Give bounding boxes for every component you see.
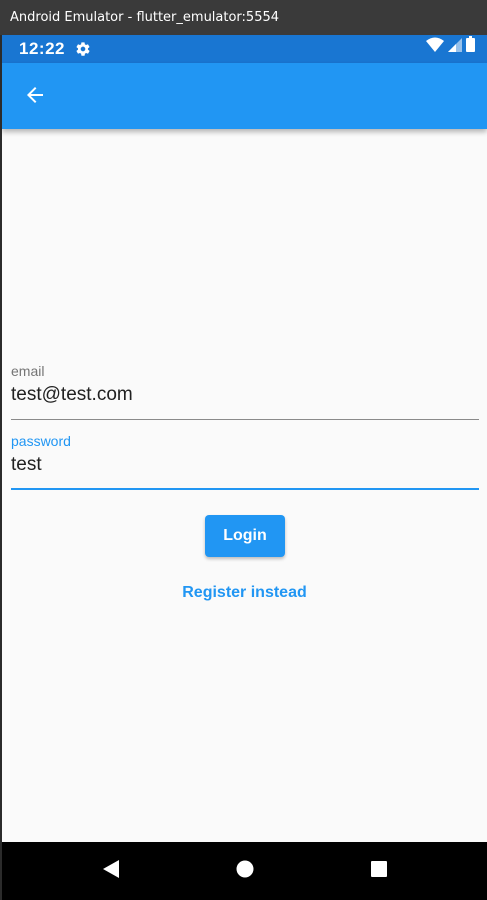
register-instead-link[interactable]: Register instead (2, 584, 487, 602)
nav-recents-button[interactable] (368, 860, 390, 882)
nav-back-button[interactable] (100, 859, 122, 884)
arrow-back-icon (23, 83, 47, 112)
home-circle-icon (236, 860, 254, 883)
status-time: 12:22 (19, 39, 65, 58)
status-icons (426, 36, 475, 57)
wifi-icon (426, 37, 444, 57)
login-button[interactable]: Login (205, 515, 285, 557)
nav-home-button[interactable] (234, 860, 256, 882)
password-field[interactable]: password test (11, 433, 479, 490)
back-button[interactable] (16, 78, 54, 116)
password-label: password (11, 433, 71, 449)
status-bar: 12:22 (2, 35, 487, 63)
back-triangle-icon (101, 859, 121, 884)
email-label: email (11, 363, 45, 379)
phone-screen: 12:22 email test@test.com password test … (2, 35, 487, 900)
android-nav-bar (2, 842, 487, 900)
gear-icon (75, 41, 91, 57)
signal-icon (448, 38, 462, 57)
password-input[interactable]: test (11, 453, 479, 477)
email-field[interactable]: email test@test.com (11, 363, 479, 420)
email-input[interactable]: test@test.com (11, 383, 479, 407)
recents-square-icon (370, 860, 388, 883)
app-bar (2, 63, 487, 129)
password-underline (11, 488, 479, 490)
window-title: Android Emulator - flutter_emulator:5554 (0, 0, 487, 35)
email-underline (11, 419, 479, 420)
battery-icon (466, 36, 475, 57)
